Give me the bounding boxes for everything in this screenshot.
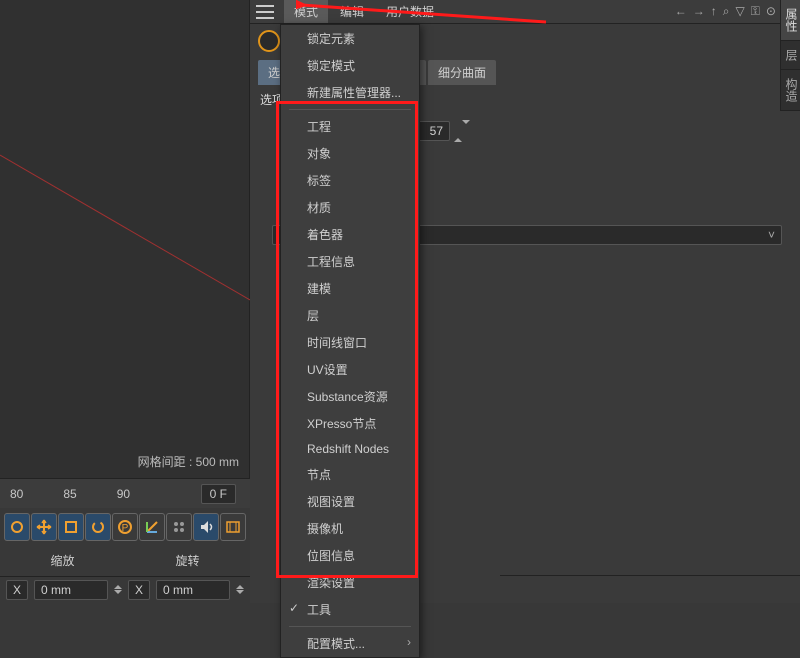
menu-lock-mode[interactable]: 锁定模式 [281,52,419,79]
menu-userdata[interactable]: 用户数据 [376,0,444,23]
menu-shader[interactable]: 着色器 [281,221,419,248]
menu-uvset[interactable]: UV设置 [281,356,419,383]
menu-object[interactable]: 对象 [281,140,419,167]
menu-tag[interactable]: 标签 [281,167,419,194]
svg-text:P: P [122,523,129,534]
coord-bar: X 0 mm X 0 mm [0,576,250,602]
dock-tab-structure[interactable]: 构造 [781,70,800,111]
menu-node[interactable]: 节点 [281,461,419,488]
tool-icons-bar: P [0,510,250,544]
viewport-canvas [0,0,250,478]
menu-substance[interactable]: Substance资源 [281,383,419,410]
mode-dropdown-menu: 锁定元素 锁定模式 新建属性管理器... 工程 对象 标签 材质 着色器 工程信… [280,24,420,658]
spinner-icon[interactable] [454,124,470,138]
target-icon[interactable]: ⊙ [766,4,776,19]
snap-icon[interactable] [166,513,192,541]
grid-spacing-label: 网格间距 : 500 mm [138,453,239,470]
axis-icon[interactable] [139,513,165,541]
viewport[interactable]: 网格间距 : 500 mm [0,0,250,478]
coord-value-0[interactable]: 0 mm [34,580,108,600]
coord-value-1[interactable]: 0 mm [156,580,230,600]
film-icon[interactable] [220,513,246,541]
funnel-icon[interactable]: ▽ [736,4,745,19]
search-icon[interactable]: ⌕ [723,4,730,19]
menu-new-attr-manager[interactable]: 新建属性管理器... [281,79,419,106]
menu-bitmap-info[interactable]: 位图信息 [281,542,419,569]
menu-xpresso[interactable]: XPresso节点 [281,410,419,437]
menu-redshift[interactable]: Redshift Nodes [281,437,419,461]
menu-render-settings[interactable]: 渲染设置 [281,569,419,596]
tool-preview-icon [258,30,280,52]
spinner-icon[interactable] [236,581,244,599]
lock-icon[interactable]: ⚿ [751,4,760,19]
menu-separator [289,626,411,627]
menu-modeling[interactable]: 建模 [281,275,419,302]
forward-arrow-icon[interactable]: → [693,4,705,19]
axis-selector[interactable]: X [128,580,150,600]
live-select-icon[interactable] [4,513,30,541]
status-strip [500,575,800,603]
hamburger-icon[interactable] [256,5,274,19]
ruler-tick: 90 [117,487,130,501]
attribute-panel: 模式 编辑 用户数据 ← → ↑ ⌕ ▽ ⚿ ⊙ ≣ 选 轴心 细分曲面 选项 … [250,0,800,603]
dock-tab-layer[interactable]: 层 [781,41,800,70]
temperature-readout: 0 F [201,484,236,504]
menu-separator [289,109,411,110]
menu-layer[interactable]: 层 [281,302,419,329]
rotate-icon[interactable] [85,513,111,541]
menu-material[interactable]: 材质 [281,194,419,221]
scale-icon[interactable] [58,513,84,541]
menu-config-mode[interactable]: 配置模式... [281,630,419,657]
menu-view-settings[interactable]: 视图设置 [281,488,419,515]
attribute-menubar: 模式 编辑 用户数据 ← → ↑ ⌕ ▽ ⚿ ⊙ ≣ [250,0,800,24]
dock-tab-attributes[interactable]: 属性 [781,0,800,41]
rotate-label: 旋转 [175,552,199,569]
axis-selector[interactable]: X [6,580,28,600]
menu-camera[interactable]: 摄像机 [281,515,419,542]
scale-label: 缩放 [50,552,74,569]
pivot-icon[interactable]: P [112,513,138,541]
timeline-ruler[interactable]: 80 85 90 0 F [0,478,250,508]
up-arrow-icon[interactable]: ↑ [711,4,717,19]
back-arrow-icon[interactable]: ← [675,4,687,19]
tab-subdiv[interactable]: 细分曲面 [428,60,496,85]
menu-lock-element[interactable]: 锁定元素 [281,25,419,52]
sound-icon[interactable] [193,513,219,541]
ruler-tick: 80 [10,487,23,501]
menu-tool[interactable]: 工具 [281,596,419,623]
menu-project[interactable]: 工程 [281,113,419,140]
menu-edit[interactable]: 编辑 [330,0,374,23]
move-icon[interactable] [31,513,57,541]
menu-project-info[interactable]: 工程信息 [281,248,419,275]
dock-tabs: 属性 层 构造 [780,0,800,111]
menu-mode[interactable]: 模式 [284,0,328,23]
transform-labels: 缩放 旋转 [0,548,250,572]
ruler-tick: 85 [63,487,76,501]
spinner-icon[interactable] [114,581,122,599]
menu-timeline[interactable]: 时间线窗口 [281,329,419,356]
